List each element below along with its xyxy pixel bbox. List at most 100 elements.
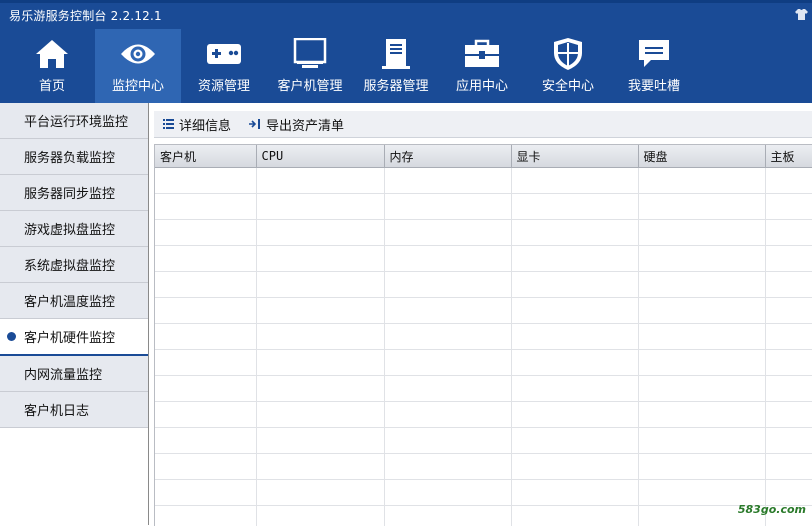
table-row [155, 480, 812, 506]
table-cell [765, 220, 812, 246]
table-row [155, 376, 812, 402]
nav-feedback[interactable]: 我要吐槽 [611, 29, 697, 103]
nav-label: 资源管理 [198, 75, 250, 94]
table-cell [511, 220, 638, 246]
table-row [155, 168, 812, 194]
table-cell [511, 376, 638, 402]
sidebar-item-system-vdisk[interactable]: 系统虚拟盘监控 [0, 247, 148, 283]
sidebar-item-client-hardware[interactable]: 客户机硬件监控 [0, 319, 148, 356]
table-cell [384, 480, 511, 506]
table-cell [511, 480, 638, 506]
table-cell [256, 272, 384, 298]
column-header-cpu[interactable]: CPU [256, 145, 384, 168]
export-label: 导出资产清单 [266, 115, 344, 134]
table-cell [256, 220, 384, 246]
table-cell [511, 428, 638, 454]
table-cell [765, 168, 812, 194]
table-cell [256, 246, 384, 272]
table-cell [765, 298, 812, 324]
table-cell [384, 324, 511, 350]
table-row [155, 220, 812, 246]
table-cell [256, 168, 384, 194]
nav-label: 服务器管理 [363, 75, 428, 94]
table-cell [765, 246, 812, 272]
table-row [155, 506, 812, 526]
table-cell [511, 298, 638, 324]
sidebar-item-platform-env[interactable]: 平台运行环境监控 [0, 103, 148, 139]
table-cell [638, 168, 765, 194]
table-cell [765, 428, 812, 454]
table-cell [511, 272, 638, 298]
table-row [155, 298, 812, 324]
table-cell [256, 350, 384, 376]
table-row [155, 454, 812, 480]
sidebar-item-lan-traffic[interactable]: 内网流量监控 [0, 356, 148, 392]
table-cell [638, 220, 765, 246]
skin-icon[interactable] [795, 8, 808, 21]
column-header-client[interactable]: 客户机 [155, 145, 256, 168]
monitor-icon [293, 38, 327, 70]
table-cell [765, 324, 812, 350]
column-header-gpu[interactable]: 显卡 [511, 145, 638, 168]
sidebar-item-label: 平台运行环境监控 [24, 111, 128, 130]
table-cell [256, 454, 384, 480]
table-cell [511, 454, 638, 480]
table-cell [155, 272, 256, 298]
table-cell [511, 402, 638, 428]
table-row [155, 402, 812, 428]
table-cell [638, 402, 765, 428]
sidebar-item-client-temperature[interactable]: 客户机温度监控 [0, 283, 148, 319]
content-toolbar: 详细信息 导出资产清单 [154, 111, 812, 138]
window-title: 易乐游服务控制台 2.2.12.1 [9, 8, 162, 24]
column-header-motherboard[interactable]: 主板 [765, 145, 812, 168]
sidebar-item-server-load[interactable]: 服务器负载监控 [0, 139, 148, 175]
export-assets-button[interactable]: 导出资产清单 [249, 115, 344, 134]
table-cell [155, 428, 256, 454]
table-cell [384, 506, 511, 526]
nav-resource-management[interactable]: 资源管理 [181, 29, 267, 103]
nav-label: 监控中心 [112, 75, 164, 94]
table-cell [511, 194, 638, 220]
table-row [155, 194, 812, 220]
table-row [155, 246, 812, 272]
table-cell [638, 272, 765, 298]
top-bar: 易乐游服务控制台 2.2.12.1 首页 监控中心 [0, 0, 812, 103]
column-header-memory[interactable]: 内存 [384, 145, 511, 168]
table-cell [155, 324, 256, 350]
table-cell [511, 168, 638, 194]
sidebar-item-label: 系统虚拟盘监控 [24, 255, 115, 274]
nav-label: 安全中心 [542, 75, 594, 94]
sidebar-item-game-vdisk[interactable]: 游戏虚拟盘监控 [0, 211, 148, 247]
table-cell [765, 402, 812, 428]
table-cell [638, 194, 765, 220]
sidebar-item-label: 客户机硬件监控 [24, 327, 115, 346]
table-cell [384, 220, 511, 246]
details-label: 详细信息 [179, 115, 231, 134]
table-body [155, 168, 812, 526]
table-cell [384, 428, 511, 454]
table-cell [256, 376, 384, 402]
nav-app-center[interactable]: 应用中心 [439, 29, 525, 103]
table-cell [638, 376, 765, 402]
table-cell [155, 454, 256, 480]
sidebar-item-client-log[interactable]: 客户机日志 [0, 392, 148, 428]
table-row [155, 324, 812, 350]
details-button[interactable]: 详细信息 [163, 115, 231, 134]
table-cell [155, 220, 256, 246]
table-cell [638, 428, 765, 454]
nav-security-center[interactable]: 安全中心 [525, 29, 611, 103]
toolbox-icon [464, 39, 500, 69]
table-cell [511, 350, 638, 376]
nav-client-management[interactable]: 客户机管理 [267, 29, 353, 103]
table-cell [256, 506, 384, 526]
table-cell [155, 506, 256, 526]
table-cell [384, 246, 511, 272]
nav-server-management[interactable]: 服务器管理 [353, 29, 439, 103]
nav-monitor-center[interactable]: 监控中心 [95, 29, 181, 103]
sidebar-item-server-sync[interactable]: 服务器同步监控 [0, 175, 148, 211]
nav-home[interactable]: 首页 [9, 29, 95, 103]
table-cell [765, 272, 812, 298]
column-header-disk[interactable]: 硬盘 [638, 145, 765, 168]
table-cell [155, 480, 256, 506]
table-cell [511, 324, 638, 350]
